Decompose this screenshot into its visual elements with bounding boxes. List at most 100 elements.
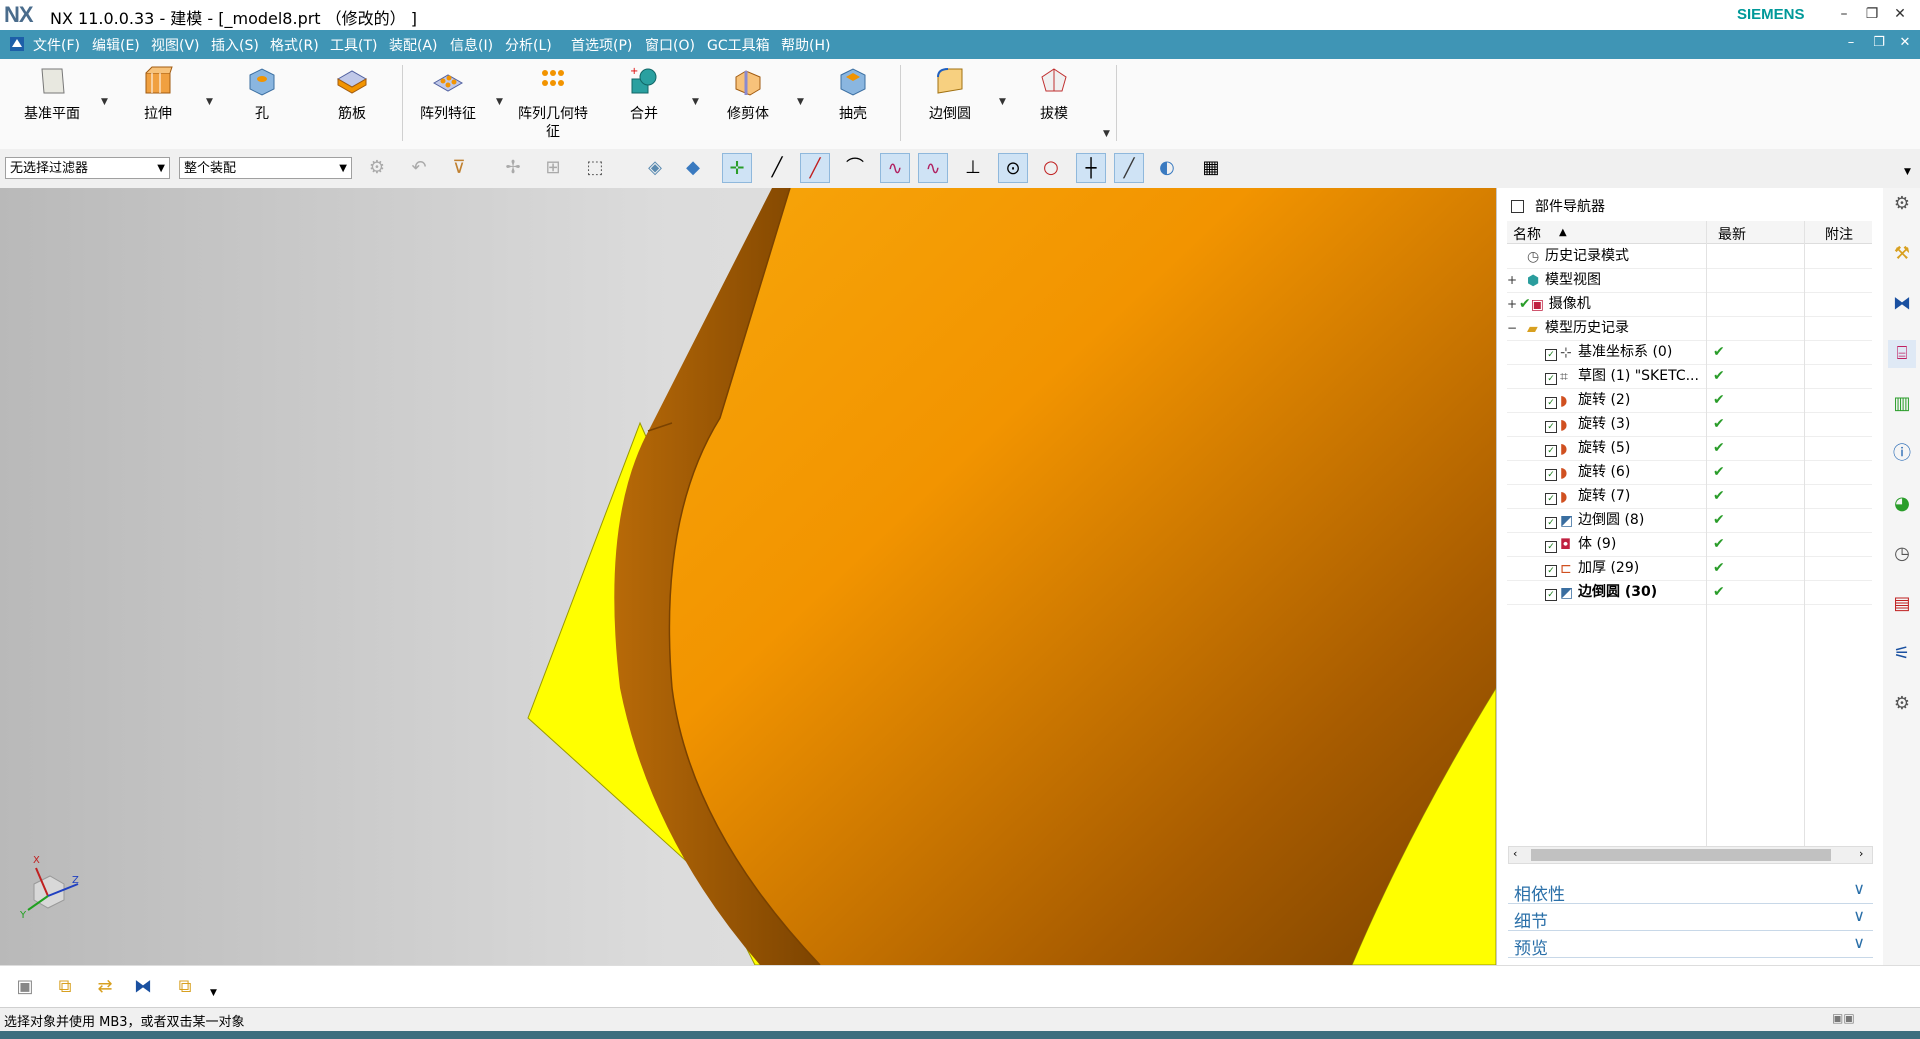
- section-dependencies[interactable]: 相依性 ∨: [1508, 877, 1873, 905]
- pattern-geometry-button[interactable]: 阵列几何特征: [513, 61, 593, 147]
- component-filter-icon[interactable]: ⚙: [362, 153, 392, 183]
- circle-center-icon[interactable]: ⊙: [998, 153, 1028, 183]
- tree-item-revolve-6[interactable]: ✓ ◗ 旋转 (6) ✔: [1507, 460, 1872, 485]
- tree-item-edge-blend-8[interactable]: ✓ ◩ 边倒圆 (8) ✔: [1507, 508, 1872, 533]
- restore-button[interactable]: ❐: [1858, 3, 1886, 25]
- draft-button[interactable]: 拔模: [1014, 61, 1094, 147]
- point-on-curve-icon[interactable]: ╱: [1114, 153, 1144, 183]
- menu-info[interactable]: 信息(I): [450, 35, 493, 55]
- history-palette-icon[interactable]: ◕: [1888, 490, 1916, 518]
- control-point-icon[interactable]: ⌒: [840, 153, 870, 183]
- snap-point-icon[interactable]: ✛: [722, 153, 752, 183]
- tree-item-revolve-7[interactable]: ✓ ◗ 旋转 (7) ✔: [1507, 484, 1872, 509]
- unite-button[interactable]: + 合并: [604, 61, 684, 147]
- edge-blend-button[interactable]: 边倒圆: [910, 61, 990, 147]
- spline-point-icon[interactable]: ∿: [918, 153, 948, 183]
- settings-gear-icon[interactable]: ⚙: [1888, 190, 1916, 218]
- part-navigator-icon[interactable]: ⌸: [1888, 340, 1916, 368]
- doc-restore-button[interactable]: ❐: [1868, 35, 1890, 55]
- roles-icon[interactable]: ⚙: [1888, 690, 1916, 718]
- tree-item-edge-blend-30[interactable]: ✓ ◩ 边倒圆 (30) ✔: [1507, 580, 1872, 605]
- extrude-dropdown-icon[interactable]: ▼: [206, 97, 213, 107]
- tree-item-model-views[interactable]: + ⬢ 模型视图: [1507, 268, 1872, 293]
- tree-item-thicken-29[interactable]: ✓ ⊏ 加厚 (29) ✔: [1507, 556, 1872, 581]
- type-filter-select[interactable]: 无选择过滤器 ▼: [5, 157, 170, 179]
- assembly-select-icon[interactable]: ⊞: [538, 153, 568, 183]
- minimize-button[interactable]: –: [1830, 3, 1858, 25]
- end-point-icon[interactable]: ╱: [762, 153, 792, 183]
- quadrant-point-icon[interactable]: ○: [1036, 153, 1066, 183]
- navigator-hscrollbar[interactable]: ‹ ›: [1508, 846, 1873, 864]
- menu-edit[interactable]: 编辑(E): [92, 35, 140, 55]
- menu-window[interactable]: 窗口(O): [645, 35, 695, 55]
- menu-view[interactable]: 视图(V): [151, 35, 200, 55]
- tree-item-revolve-5[interactable]: ✓ ◗ 旋转 (5) ✔: [1507, 436, 1872, 461]
- menu-analysis[interactable]: 分析(L): [505, 35, 552, 55]
- menu-format[interactable]: 格式(R): [270, 35, 319, 55]
- constraint-navigator-icon[interactable]: ⧓: [1888, 290, 1916, 318]
- existing-point-icon[interactable]: ┼: [1076, 153, 1106, 183]
- assembly-menu-icon[interactable]: ⧉: [170, 972, 200, 1002]
- process-studio-icon[interactable]: ⚟: [1888, 640, 1916, 668]
- add-component-icon[interactable]: ⧉: [50, 972, 80, 1002]
- reuse-library-icon[interactable]: ▥: [1888, 390, 1916, 418]
- tree-item-revolve-2[interactable]: ✓ ◗ 旋转 (2) ✔: [1507, 388, 1872, 413]
- extrude-button[interactable]: 拉伸: [118, 61, 198, 147]
- snap-move-icon[interactable]: ✢: [498, 153, 528, 183]
- column-name[interactable]: 名称: [1513, 224, 1541, 244]
- trim-body-dropdown-icon[interactable]: ▼: [797, 97, 804, 107]
- menu-assembly[interactable]: 装配(A): [389, 35, 438, 55]
- assembly-constraints-icon[interactable]: ⧓: [128, 972, 158, 1002]
- arc-center-icon[interactable]: ⊥: [958, 153, 988, 183]
- mid-point-icon[interactable]: ╱: [800, 153, 830, 183]
- palette-color-icon[interactable]: ▤: [1888, 590, 1916, 618]
- tree-item-datum-csys[interactable]: ✓ ⊹ 基准坐标系 (0) ✔: [1507, 340, 1872, 365]
- tree-item-revolve-3[interactable]: ✓ ◗ 旋转 (3) ✔: [1507, 412, 1872, 437]
- layer-settings-icon[interactable]: ▣: [10, 972, 40, 1002]
- rib-button[interactable]: 筋板: [312, 61, 392, 147]
- undo-filter-icon[interactable]: ↶: [404, 153, 434, 183]
- dropdown-icon[interactable]: ▼: [210, 988, 217, 998]
- scroll-left-icon[interactable]: ‹: [1513, 847, 1517, 860]
- ribbon-more-icon[interactable]: ▼: [1103, 129, 1110, 139]
- scroll-right-icon[interactable]: ›: [1859, 847, 1863, 860]
- web-browser-icon[interactable]: ⓘ: [1888, 440, 1916, 468]
- edge-blend-dropdown-icon[interactable]: ▼: [999, 97, 1006, 107]
- doc-close-button[interactable]: ✕: [1894, 35, 1916, 55]
- filter-icon[interactable]: ⊽: [444, 153, 474, 183]
- tree-item-history-mode[interactable]: ◷ 历史记录模式: [1507, 244, 1872, 269]
- grid-icon[interactable]: ▦: [1196, 153, 1226, 183]
- nx-app-icon[interactable]: [8, 35, 26, 53]
- datum-plane-dropdown-icon[interactable]: ▼: [101, 97, 108, 107]
- wireframe-icon[interactable]: ◈: [640, 153, 670, 183]
- menu-gc-toolbox[interactable]: GC工具箱: [707, 35, 770, 55]
- menu-tools[interactable]: 工具(T): [330, 35, 377, 55]
- tree-item-sketch[interactable]: ✓ ⌗ 草图 (1) "SKETC... ✔: [1507, 364, 1872, 389]
- menu-file[interactable]: 文件(F): [33, 35, 80, 55]
- toolbar-more-icon[interactable]: ▼: [1904, 167, 1911, 177]
- pattern-feature-button[interactable]: 阵列特征: [408, 61, 488, 147]
- section-details[interactable]: 细节 ∨: [1508, 904, 1873, 932]
- trim-body-button[interactable]: 修剪体: [708, 61, 788, 147]
- assembly-navigator-icon[interactable]: ⚒: [1888, 240, 1916, 268]
- point-on-face-icon[interactable]: ◐: [1152, 153, 1182, 183]
- doc-minimize-button[interactable]: –: [1840, 35, 1862, 55]
- history-clock-icon[interactable]: ◷: [1888, 540, 1916, 568]
- tree-item-cameras[interactable]: + ✔▣ 摄像机: [1507, 292, 1872, 317]
- scroll-thumb[interactable]: [1531, 849, 1831, 861]
- unite-dropdown-icon[interactable]: ▼: [692, 97, 699, 107]
- scope-select[interactable]: 整个装配 ▼: [179, 157, 352, 179]
- intersection-icon[interactable]: ∿: [880, 153, 910, 183]
- graphics-viewport[interactable]: X Z Y: [0, 188, 1496, 965]
- column-notes[interactable]: 附注: [1825, 224, 1853, 244]
- hole-button[interactable]: 孔: [222, 61, 302, 147]
- menu-help[interactable]: 帮助(H): [781, 35, 830, 55]
- datum-plane-button[interactable]: 基准平面: [12, 61, 92, 147]
- tree-item-model-history[interactable]: − ▰ 模型历史记录: [1507, 316, 1872, 341]
- close-button[interactable]: ✕: [1886, 3, 1914, 25]
- tree-item-body-9[interactable]: ✓ ◘ 体 (9) ✔: [1507, 532, 1872, 557]
- selection-box-icon[interactable]: ⬚: [580, 153, 610, 183]
- pattern-feature-dropdown-icon[interactable]: ▼: [496, 97, 503, 107]
- menu-insert[interactable]: 插入(S): [211, 35, 259, 55]
- menu-preferences[interactable]: 首选项(P): [571, 35, 632, 55]
